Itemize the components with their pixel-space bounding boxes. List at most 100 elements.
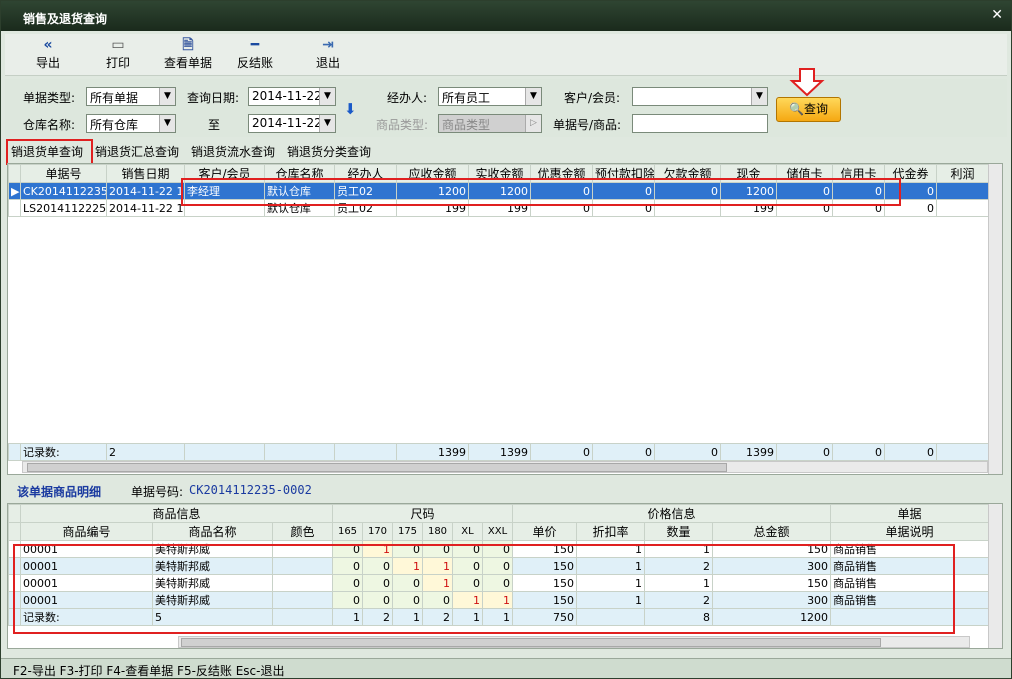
cell: 0 [832,443,885,461]
print-label: 打印 [105,56,130,70]
scroll-thumb[interactable] [181,638,881,647]
cell: 150 [512,557,578,575]
col-receivable[interactable]: 应收金额 [396,164,469,183]
cell: 商品销售 [830,540,990,558]
table-row[interactable]: LS2014112225-0 2014-11-22 1 默认仓库 员工02 19… [8,199,989,217]
master-hscroll[interactable] [22,461,988,473]
table-row[interactable]: 00001 美特斯邦威 0 0 0 1 0 0 150 1 1 150 商品销售 [8,574,990,592]
tab-return-summary-query[interactable]: 销退货汇总查询 [95,143,179,160]
customer-label: 客户/会员: [564,91,621,105]
cell: 0 [592,182,655,200]
cell: 1 [422,557,453,575]
table-row[interactable]: ▶ CK2014112235-0 2014-11-22 1 李经理 默认仓库 员… [8,182,989,200]
cell: 300 [712,591,832,609]
detail-table: 商品信息 尺码 价格信息 单据 商品编号 商品名称 颜色 165 170 175… [8,504,990,626]
col-voucher[interactable]: 代金券 [884,164,937,183]
tab-return-category-query[interactable]: 销退货分类查询 [287,143,371,160]
doc-no-input[interactable] [632,114,768,133]
cell: 0 [452,540,483,558]
table-row[interactable]: 00001 美特斯邦威 0 1 0 0 0 0 150 1 1 150 商品销售 [8,540,990,558]
table-row[interactable]: 00001 美特斯邦威 0 0 0 0 1 1 150 1 2 300 商品销售 [8,591,990,609]
col-size-165[interactable]: 165 [332,522,363,541]
unsettle-label: 反结账 [236,56,273,70]
col-quantity[interactable]: 数量 [644,522,714,541]
col-size-180[interactable]: 180 [422,522,453,541]
chevron-down-icon: ▼ [525,88,541,105]
doc-no-label: 单据号/商品: [553,118,622,132]
cell: 0 [392,591,423,609]
print-button[interactable]: ▭ 打印 [103,36,133,74]
col-doc-remark[interactable]: 单据说明 [830,522,990,541]
cell: 0 [884,443,937,461]
col-doc-no[interactable]: 单据号 [20,164,107,183]
export-button[interactable]: « 导出 [33,36,63,74]
col-customer[interactable]: 客户/会员 [184,164,265,183]
col-size-xxl[interactable]: XXL [481,522,514,541]
cell: 2014-11-22 1 [106,182,185,200]
summary-count: 2 [106,443,185,461]
cell: 5 [152,608,273,626]
window-title: 销售及退货查询 [23,12,108,26]
cell: 美特斯邦威 [152,574,273,592]
title-bar: 销售及退货查询 ✕ [1,1,1011,31]
cell [272,540,333,558]
cell: 0 [481,540,514,558]
col-unit-price[interactable]: 单价 [512,522,578,541]
master-vscroll[interactable] [988,164,1002,474]
col-size-xl[interactable]: XL [452,522,483,541]
query-button-label: 查询 [803,102,828,116]
col-discount-rate[interactable]: 折扣率 [576,522,646,541]
doc-type-select[interactable]: 所有单据 ▼ [86,87,176,106]
cell: 1 [481,608,514,626]
col-arrears[interactable]: 欠款金额 [654,164,721,183]
goods-type-select[interactable]: 商品类型 ▷ [438,114,542,133]
col-size-175[interactable]: 175 [392,522,423,541]
cell: 0 [832,199,885,217]
chevron-down-icon: ▼ [319,115,335,132]
tab-return-flow-query[interactable]: 销退货流水查询 [191,143,275,160]
handler-select[interactable]: 所有员工 ▼ [438,87,542,106]
col-sale-date[interactable]: 销售日期 [106,164,185,183]
cell: 0 [332,557,363,575]
detail-vscroll[interactable] [988,504,1002,648]
cell: 默认仓库 [264,182,335,200]
warehouse-select[interactable]: 所有仓库 ▼ [86,114,176,133]
cell: 0 [592,443,655,461]
view-document-button[interactable]: 🗎 查看单据 [160,36,216,74]
scroll-thumb[interactable] [27,463,727,472]
cell: 1200 [468,182,531,200]
col-goods-name[interactable]: 商品名称 [152,522,273,541]
exit-button[interactable]: ⇥ 退出 [313,36,343,74]
date-from-picker[interactable]: 2014-11-22 ▼ [248,87,336,106]
close-icon[interactable]: ✕ [991,7,1003,23]
cell: 商品销售 [830,591,990,609]
double-left-arrow-icon: « [43,37,53,53]
tab-bar: 销退货单查询 销退货汇总查询 销退货流水查询 销退货分类查询 [7,141,1007,163]
col-cash[interactable]: 现金 [720,164,777,183]
group-goods-info: 商品信息 [20,504,333,523]
col-received[interactable]: 实收金额 [468,164,531,183]
table-row[interactable]: 00001 美特斯邦威 0 0 1 1 0 0 150 1 2 300 商品销售 [8,557,990,575]
col-prepaid[interactable]: 预付款扣除 [592,164,655,183]
query-date-label: 查询日期: [187,91,240,105]
col-discount[interactable]: 优惠金额 [530,164,593,183]
cell: 0 [530,443,593,461]
col-profit[interactable]: 利润 [936,164,989,183]
col-handler[interactable]: 经办人 [334,164,397,183]
col-warehouse[interactable]: 仓库名称 [264,164,335,183]
tab-return-doc-query[interactable]: 销退货单查询 [11,143,83,160]
col-credit-card[interactable]: 信用卡 [832,164,885,183]
customer-select[interactable]: ▼ [632,87,768,106]
col-total-amount[interactable]: 总金额 [712,522,832,541]
unsettle-button[interactable]: ━ 反结账 [235,36,275,74]
query-button[interactable]: 🔍查询 [776,97,841,122]
col-goods-code[interactable]: 商品编号 [20,522,153,541]
cell: 李经理 [184,182,265,200]
col-stored-card[interactable]: 储值卡 [776,164,833,183]
cell [184,443,265,461]
date-to-picker[interactable]: 2014-11-22 ▼ [248,114,336,133]
exit-label: 退出 [315,56,340,70]
detail-hscroll[interactable] [178,636,970,648]
col-color[interactable]: 颜色 [272,522,333,541]
col-size-170[interactable]: 170 [362,522,393,541]
